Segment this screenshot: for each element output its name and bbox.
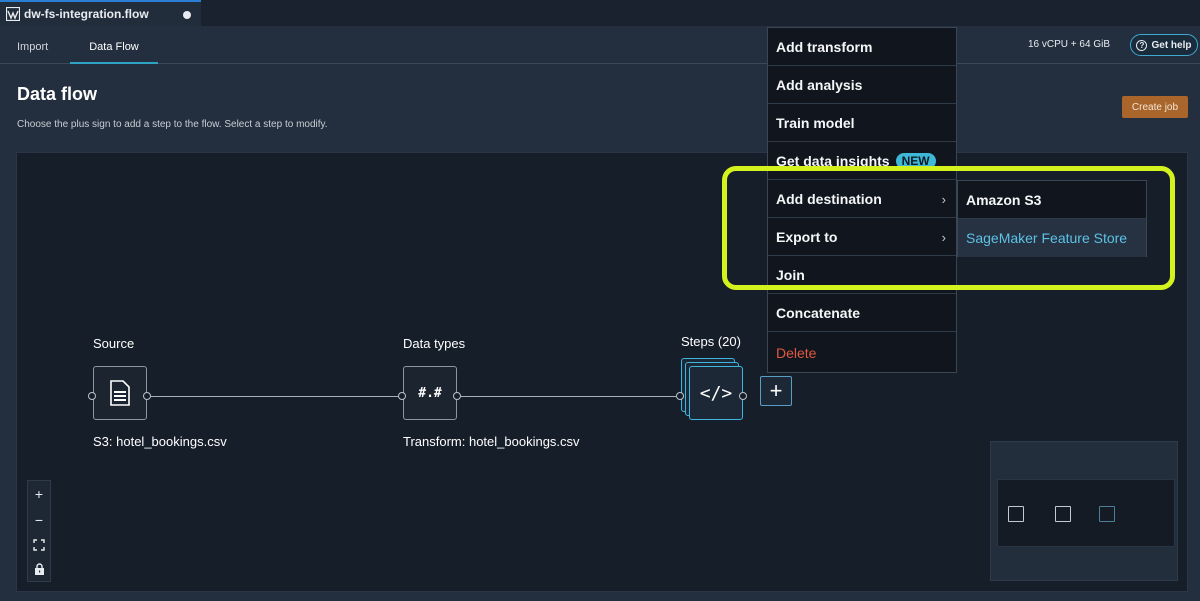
menu-item-delete[interactable]: Delete <box>768 334 956 372</box>
minimap[interactable] <box>990 441 1178 581</box>
zoom-out-icon[interactable]: − <box>35 513 43 527</box>
zoom-in-icon[interactable]: + <box>35 487 43 501</box>
menu-item-add-analysis[interactable]: Add analysis <box>768 66 956 104</box>
question-icon: ? <box>1136 39 1148 51</box>
get-help-button[interactable]: ? Get help <box>1130 34 1198 56</box>
minimap-node-data-types <box>1055 506 1071 522</box>
data-types-node[interactable]: #.# <box>403 366 457 420</box>
data-types-icon: #.# <box>418 385 442 401</box>
menu-item-label: Add transform <box>776 38 873 55</box>
lock-icon[interactable] <box>34 563 45 575</box>
data-types-node-label: Data types <box>403 336 466 351</box>
fit-view-icon[interactable] <box>33 539 45 551</box>
data-types-node-caption: Transform: hotel_bookings.csv <box>403 434 580 449</box>
add-step-button[interactable]: + <box>760 376 792 406</box>
unsaved-dot-icon[interactable] <box>183 11 191 19</box>
minimap-viewport[interactable] <box>997 479 1175 547</box>
minimap-node-steps <box>1099 506 1115 522</box>
minimap-node-source <box>1008 506 1024 522</box>
tab-import[interactable]: Import <box>17 26 48 64</box>
menu-item-concatenate[interactable]: Concatenate <box>768 294 956 332</box>
menu-item-add-transform[interactable]: Add transform <box>768 28 956 66</box>
menu-item-label: Train model <box>776 114 855 131</box>
page-subtitle: Choose the plus sign to add a step to th… <box>17 119 328 130</box>
highlight-callout <box>722 166 1175 290</box>
source-output-port[interactable] <box>143 392 151 400</box>
create-job-button[interactable]: Create job <box>1122 96 1188 118</box>
file-icon <box>110 380 130 406</box>
source-node-label: Source <box>93 336 135 351</box>
zoom-controls: + − <box>27 480 51 582</box>
file-tab-name: dw-fs-integration.flow <box>24 7 149 21</box>
data-types-input-port[interactable] <box>398 392 406 400</box>
page-title: Data flow <box>17 84 98 104</box>
steps-layer-front[interactable]: </> <box>689 366 743 420</box>
instance-resources: 16 vCPU + 64 GiB <box>1028 39 1110 50</box>
steps-output-port[interactable] <box>739 392 747 400</box>
menu-item-train-model[interactable]: Train model <box>768 104 956 142</box>
steps-input-port[interactable] <box>676 392 684 400</box>
source-input-port[interactable] <box>88 392 96 400</box>
edge-datatypes-steps <box>461 396 676 397</box>
steps-node-label: Steps (20) <box>681 334 741 349</box>
menu-item-label: Add analysis <box>776 76 863 93</box>
nav-row: Import Data Flow 16 vCPU + 64 GiB ? Get … <box>0 26 1200 64</box>
tab-data-flow[interactable]: Data Flow <box>70 26 158 64</box>
source-node-caption: S3: hotel_bookings.csv <box>93 434 227 449</box>
get-help-label: Get help <box>1151 39 1192 51</box>
file-tab-bar: dw-fs-integration.flow <box>0 0 1200 26</box>
edge-source-datatypes <box>151 396 398 397</box>
source-node[interactable] <box>93 366 147 420</box>
menu-item-label: Delete <box>776 345 817 361</box>
code-icon: </> <box>699 382 733 404</box>
data-wrangler-logo-icon <box>6 7 20 21</box>
data-types-output-port[interactable] <box>453 392 461 400</box>
menu-item-label: Concatenate <box>776 304 861 321</box>
file-tab[interactable]: dw-fs-integration.flow <box>0 0 201 26</box>
